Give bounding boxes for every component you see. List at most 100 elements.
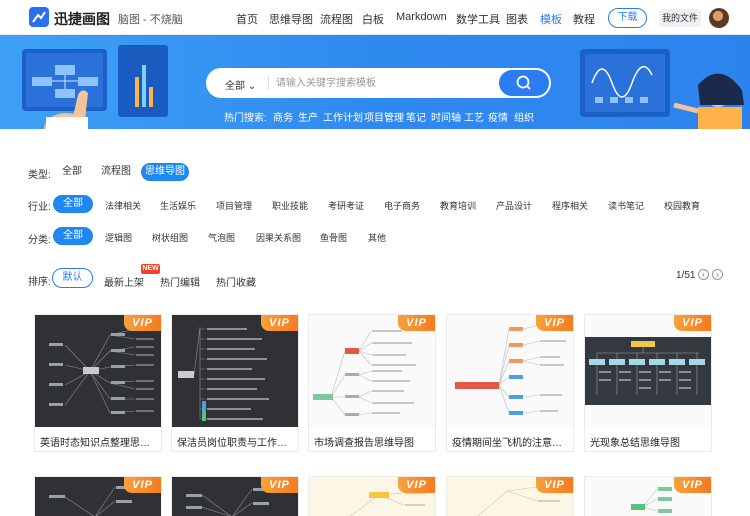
template-card[interactable]: VIP	[446, 476, 574, 516]
category-option[interactable]: 因果关系图	[256, 231, 301, 244]
industry-option[interactable]: 考研考证	[328, 199, 364, 212]
brand-slogan: 脑图 - 不烧脑	[118, 14, 183, 26]
type-filter-label: 类型:	[28, 170, 51, 181]
nav-math-tools[interactable]: 数学工具	[456, 11, 500, 27]
type-option-mindmap[interactable]: 思维导图	[141, 163, 189, 181]
hot-search-item[interactable]: 笔记	[406, 109, 426, 124]
nav-templates[interactable]: 模板	[540, 11, 562, 27]
sort-option-default[interactable]: 默认	[52, 268, 93, 288]
template-thumbnail: VIP	[585, 477, 711, 516]
vip-badge: VIP	[536, 477, 573, 493]
nav-home[interactable]: 首页	[236, 11, 258, 27]
template-title: 疫情期间坐飞机的注意事项思维导图	[452, 438, 570, 449]
type-option-all[interactable]: 全部	[57, 163, 87, 181]
hot-search-item[interactable]: 商务	[273, 109, 293, 124]
vip-badge: VIP	[398, 477, 435, 493]
my-files-button[interactable]: 我的文件	[659, 9, 701, 27]
search-button[interactable]	[499, 70, 549, 96]
template-thumbnail: VIP	[172, 315, 298, 427]
download-button[interactable]: 下载	[608, 8, 647, 28]
industry-option[interactable]: 校园教育	[664, 199, 700, 212]
nav-whiteboard[interactable]: 白板	[362, 11, 384, 27]
industry-option-all[interactable]: 全部	[53, 195, 93, 213]
category-filter-label: 分类:	[28, 235, 51, 246]
nav-mindmap[interactable]: 思维导图	[269, 11, 313, 27]
industry-option[interactable]: 产品设计	[496, 199, 532, 212]
template-thumbnail: VIP	[35, 477, 161, 516]
vip-badge: VIP	[674, 315, 711, 331]
industry-option[interactable]: 职业技能	[272, 199, 308, 212]
template-card[interactable]: VIP	[171, 476, 299, 516]
sort-option-newest[interactable]: 最新上架	[104, 274, 144, 289]
nav-markdown[interactable]: Markdown	[396, 11, 447, 23]
template-card[interactable]: VIP 疫情期间坐飞机的注意事项思维导图	[446, 314, 574, 452]
search-divider	[268, 76, 269, 90]
vip-badge: VIP	[536, 315, 573, 331]
app-logo-icon[interactable]	[29, 7, 49, 27]
hot-search-item[interactable]: 生产	[298, 109, 318, 124]
sort-option-hot-fav[interactable]: 热门收藏	[216, 274, 256, 289]
hot-search-item[interactable]: 工艺	[464, 109, 484, 124]
category-option-all[interactable]: 全部	[53, 227, 93, 245]
hero-banner: 全部 ⌄ 热门搜索: 商务 生产 工作计划 项目管理 笔记 时间轴 工艺 疫情 …	[0, 35, 750, 129]
category-option[interactable]: 鱼骨图	[320, 231, 347, 244]
top-navbar: 迅捷画图 脑图 - 不烧脑 首页 思维导图 流程图 白板 Markdown 数学…	[0, 0, 750, 35]
template-thumbnail: VIP	[35, 315, 161, 427]
next-page-icon[interactable]: ›	[712, 269, 723, 280]
template-card[interactable]: VIP 光现象总结思维导图	[584, 314, 712, 452]
nav-charts[interactable]: 图表	[506, 11, 528, 27]
category-option[interactable]: 逻辑图	[105, 231, 132, 244]
template-title: 保洁员岗位职责与工作标准思维导图	[177, 438, 295, 449]
industry-option[interactable]: 程序相关	[552, 199, 588, 212]
template-search-bar: 全部 ⌄	[206, 68, 551, 98]
template-thumbnail: VIP	[585, 315, 711, 427]
hot-search-item[interactable]: 项目管理	[364, 109, 404, 124]
vip-badge: VIP	[124, 477, 161, 493]
search-icon	[516, 75, 531, 90]
template-card[interactable]: VIP	[584, 476, 712, 516]
category-option[interactable]: 其他	[368, 231, 386, 244]
brand-name[interactable]: 迅捷画图	[54, 9, 110, 29]
industry-option[interactable]: 项目管理	[216, 199, 252, 212]
category-option[interactable]: 树状组图	[152, 231, 188, 244]
template-thumbnail: VIP	[309, 315, 435, 427]
search-input[interactable]	[276, 73, 496, 93]
template-card[interactable]: VIP 保洁员岗位职责与工作标准思维导图	[171, 314, 299, 452]
template-card[interactable]: VIP	[308, 476, 436, 516]
banner-right-illustration	[580, 49, 744, 129]
search-scope-select[interactable]: 全部 ⌄	[225, 77, 256, 92]
nav-flowchart[interactable]: 流程图	[320, 11, 353, 27]
hot-search-item[interactable]: 时间轴	[431, 109, 461, 124]
industry-option[interactable]: 法律相关	[105, 199, 141, 212]
sort-label: 排序:	[28, 277, 51, 288]
template-title: 市场调查报告思维导图	[314, 438, 414, 449]
template-thumbnail: VIP	[447, 315, 573, 427]
template-title: 英语时态知识点整理思维导图	[40, 438, 158, 449]
industry-filter-label: 行业:	[28, 202, 51, 213]
vip-badge: VIP	[674, 477, 711, 493]
template-title: 光现象总结思维导图	[590, 438, 680, 449]
sort-option-hot-edit[interactable]: 热门编辑	[160, 274, 200, 289]
hot-search-label: 热门搜索:	[224, 113, 267, 124]
avatar[interactable]	[709, 8, 729, 28]
prev-page-icon[interactable]: ‹	[698, 269, 709, 280]
industry-option[interactable]: 电子商务	[384, 199, 420, 212]
category-option[interactable]: 气泡图	[208, 231, 235, 244]
industry-option[interactable]: 教育培训	[440, 199, 476, 212]
template-list-area: 类型: 全部 流程图 思维导图 行业: 全部 法律相关 生活娱乐 项目管理 职业…	[0, 129, 750, 516]
template-card[interactable]: VIP 市场调查报告思维导图	[308, 314, 436, 452]
hot-search-item[interactable]: 工作计划	[323, 109, 363, 124]
template-card[interactable]: VIP 英语时态知识点整理思维导图	[34, 314, 162, 452]
hot-search-item[interactable]: 组织	[514, 109, 534, 124]
industry-option[interactable]: 生活娱乐	[160, 199, 196, 212]
industry-option[interactable]: 读书笔记	[608, 199, 644, 212]
template-thumbnail: VIP	[309, 477, 435, 516]
new-badge: NEW	[141, 264, 160, 274]
vip-badge: VIP	[261, 315, 298, 331]
template-card[interactable]: VIP	[34, 476, 162, 516]
type-option-flowchart[interactable]: 流程图	[98, 163, 134, 181]
template-thumbnail: VIP	[447, 477, 573, 516]
page-indicator: 1/51	[676, 270, 696, 281]
hot-search-item[interactable]: 疫情	[488, 109, 508, 124]
nav-tutorials[interactable]: 教程	[573, 11, 595, 27]
